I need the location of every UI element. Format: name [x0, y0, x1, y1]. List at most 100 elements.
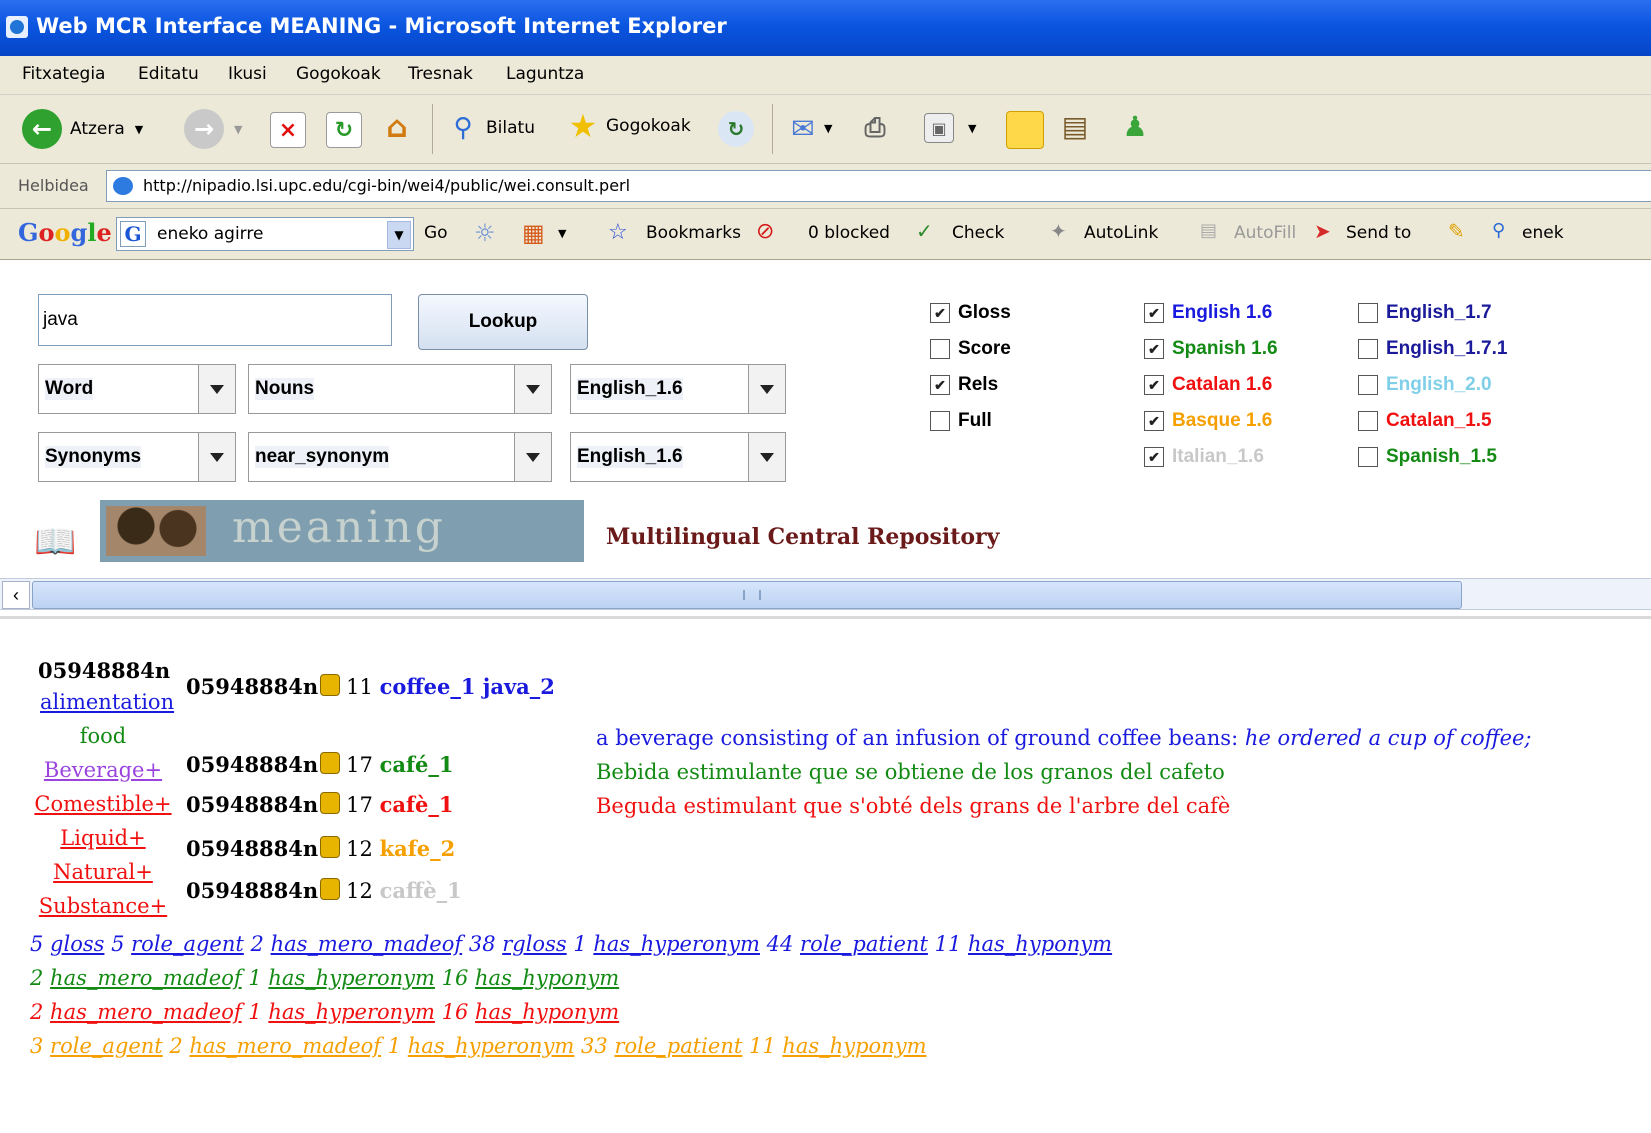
horizontal-scrollbar[interactable]: ‹ [0, 578, 1651, 610]
chevron-down-icon[interactable] [514, 433, 551, 481]
scrollbar-thumb[interactable] [32, 581, 1462, 609]
checkbox-box[interactable]: ✔ [1144, 447, 1164, 467]
chevron-down-icon[interactable] [748, 365, 785, 413]
relation-link[interactable]: has_hyperonym [268, 966, 435, 990]
checkbox-lang2-1[interactable]: English_1.7.1 [1358, 338, 1507, 360]
pos-select[interactable]: Nouns [248, 364, 552, 414]
relation-link[interactable]: has_hyponym [782, 1034, 926, 1058]
checkbox-lang1-3[interactable]: ✔ Basque 1.6 [1144, 410, 1272, 432]
relation-link[interactable]: rgloss [502, 932, 566, 956]
relation-link[interactable]: role_agent [131, 932, 244, 956]
checkbox-box[interactable] [1358, 447, 1378, 467]
back-button[interactable]: ← Atzera ▼ [22, 109, 143, 149]
news-icon[interactable]: ☼ [474, 219, 496, 247]
domain-0[interactable]: alimentation [40, 690, 174, 714]
scroll-left-icon[interactable]: ‹ [2, 581, 30, 609]
lock-icon[interactable] [320, 674, 341, 696]
lookup-button[interactable]: Lookup [418, 294, 588, 350]
domain-3[interactable]: Comestible+ [0, 792, 206, 816]
relation-link[interactable]: has_hyponym [968, 932, 1112, 956]
checkbox-box[interactable] [1358, 375, 1378, 395]
relation-link[interactable]: role_patient [800, 932, 928, 956]
relation-link[interactable]: has_mero_madeof [271, 932, 463, 956]
source-language-select[interactable]: English_1.6 [570, 364, 786, 414]
relation-link[interactable]: gloss [50, 932, 104, 956]
checkbox-lang2-3[interactable]: Catalan_1.5 [1358, 410, 1492, 432]
domain-4[interactable]: Liquid+ [0, 826, 206, 850]
print-button[interactable]: ⎙ [858, 111, 892, 145]
checkbox-box[interactable]: ✔ [1144, 411, 1164, 431]
page-rank-icon[interactable]: ▦ [522, 219, 545, 247]
bookmarks-button[interactable]: Bookmarks [646, 223, 741, 243]
lock-icon[interactable] [320, 792, 341, 814]
autolink-button[interactable]: AutoLink [1084, 223, 1158, 243]
domain-5[interactable]: Natural+ [0, 860, 206, 884]
relation-link[interactable]: has_mero_madeof [189, 1034, 381, 1058]
checkbox-box[interactable]: ✔ [1144, 339, 1164, 359]
chevron-down-icon[interactable] [198, 365, 235, 413]
search-type-select[interactable]: Word [38, 364, 236, 414]
relation-link[interactable]: role_agent [50, 1034, 163, 1058]
relation-link[interactable]: has_hyperonym [268, 1000, 435, 1024]
home-button[interactable]: ⌂ [380, 110, 414, 145]
checkbox-box[interactable] [1358, 303, 1378, 323]
checkbox-lang1-1[interactable]: ✔ Spanish 1.6 [1144, 338, 1278, 360]
checkbox-lang2-2[interactable]: English_2.0 [1358, 374, 1492, 396]
address-input[interactable]: http://nipadio.lsi.upc.edu/cgi-bin/wei4/… [106, 170, 1651, 202]
mail-button[interactable]: ✉ ▼ [786, 111, 832, 145]
chevron-down-icon[interactable] [514, 365, 551, 413]
research-button[interactable]: ▤ [1058, 109, 1092, 143]
query-input[interactable]: java [38, 294, 392, 346]
menu-edit[interactable]: Editatu [138, 64, 199, 84]
send-to-button[interactable]: Send to [1346, 223, 1411, 243]
relation-type-select[interactable]: Synonyms [38, 432, 236, 482]
go-button[interactable]: Go [424, 223, 448, 243]
domain-6[interactable]: Substance+ [0, 894, 206, 918]
checkbox-option-3[interactable]: Full [930, 410, 992, 432]
google-g-icon[interactable]: G [120, 221, 146, 247]
relation-link[interactable]: role_patient [614, 1034, 742, 1058]
chevron-down-icon[interactable] [748, 433, 785, 481]
user-search-button[interactable]: enek [1522, 223, 1564, 243]
google-logo[interactable]: Google [18, 218, 112, 247]
checkbox-lang2-0[interactable]: English_1.7 [1358, 302, 1492, 324]
menu-file[interactable]: Fitxategia [22, 64, 105, 84]
relation-link[interactable]: has_hyponym [475, 966, 619, 990]
relation-link[interactable]: has_hyponym [475, 1000, 619, 1024]
menu-tools[interactable]: Tresnak [408, 64, 473, 84]
chevron-down-icon[interactable]: ▼ [387, 221, 411, 249]
blocked-button[interactable]: 0 blocked [808, 223, 890, 243]
checkbox-box[interactable]: ✔ [930, 375, 950, 395]
menu-view[interactable]: Ikusi [228, 64, 267, 84]
entry-words[interactable]: coffee_1 java_2 [380, 674, 555, 699]
relation-select[interactable]: near_synonym [248, 432, 552, 482]
checkbox-lang1-4[interactable]: ✔ Italian_1.6 [1144, 446, 1264, 468]
checkbox-box[interactable]: ✔ [930, 303, 950, 323]
entry-words[interactable]: café_1 [380, 752, 454, 777]
check-button[interactable]: Check [952, 223, 1004, 243]
search-button[interactable]: ⚲ Bilatu [446, 111, 535, 145]
entry-words[interactable]: cafè_1 [380, 792, 454, 817]
stop-button[interactable]: × [270, 112, 306, 148]
autofill-button[interactable]: AutoFill [1234, 223, 1296, 243]
checkbox-box[interactable] [1358, 411, 1378, 431]
domain-2[interactable]: Beverage+ [0, 758, 206, 782]
entry-words[interactable]: kafe_2 [380, 836, 456, 861]
relation-link[interactable]: has_mero_madeof [50, 1000, 242, 1024]
edit-button[interactable]: ▣ ▼ [924, 113, 976, 143]
checkbox-option-2[interactable]: ✔ Rels [930, 374, 998, 396]
forward-button[interactable]: → ▼ [184, 109, 242, 149]
chevron-down-icon[interactable] [198, 433, 235, 481]
google-search-input[interactable]: G eneko agirre ▼ [116, 217, 414, 251]
chevron-down-icon[interactable]: ▼ [558, 227, 566, 240]
checkbox-box[interactable]: ✔ [1144, 375, 1164, 395]
checkbox-box[interactable] [1358, 339, 1378, 359]
favorites-button[interactable]: ★ Gogokoak [566, 107, 691, 145]
relation-link[interactable]: has_hyperonym [593, 932, 760, 956]
relation-link[interactable]: has_mero_madeof [50, 966, 242, 990]
entry-words[interactable]: caffè_1 [380, 878, 462, 903]
lock-icon[interactable] [320, 836, 341, 858]
menu-help[interactable]: Laguntza [506, 64, 584, 84]
checkbox-lang1-0[interactable]: ✔ English 1.6 [1144, 302, 1272, 324]
checkbox-option-1[interactable]: Score [930, 338, 1011, 360]
